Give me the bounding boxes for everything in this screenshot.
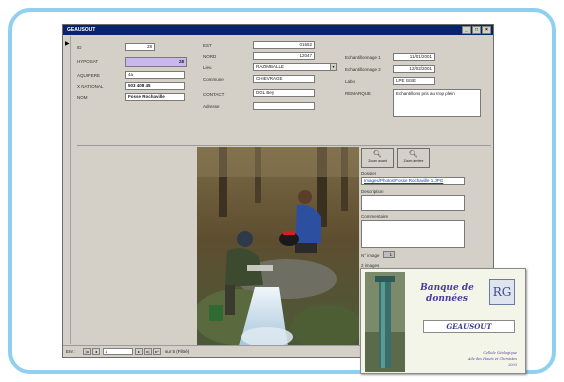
title-bar: GEAUSOUT _ □ ×: [63, 25, 493, 35]
folder-label: Dossier: [361, 171, 377, 176]
aquifere-field[interactable]: 4a: [125, 71, 185, 79]
card-title-line1: Banque de: [420, 283, 474, 293]
zoom-in-button[interactable]: 🔍︎ Zoom avant: [361, 148, 394, 168]
window-title: GEAUSOUT: [67, 27, 96, 33]
image-number-field[interactable]: 1: [383, 251, 395, 258]
image-number-label: N° image: [361, 253, 380, 258]
lieu-label: Lieu: [203, 65, 212, 70]
nom-label: NOM: [77, 95, 88, 100]
section-divider: [77, 145, 491, 146]
lieu-select[interactable]: RAZIMBALLE ▾: [253, 63, 337, 71]
description-field[interactable]: [361, 195, 465, 211]
card-name: GEAUSOUT: [423, 320, 515, 333]
card-foot-line3: 2003: [508, 363, 517, 367]
record-total: sur 5 (Filtré): [165, 349, 190, 354]
labo-field[interactable]: LPE ISSE: [393, 77, 435, 85]
first-record-button[interactable]: |◂: [83, 348, 91, 355]
current-record-icon: ▶: [65, 41, 70, 47]
id-label: ID: [77, 45, 82, 50]
zoom-out-button[interactable]: 🔍︎ Zoom arrière: [397, 148, 430, 168]
photo-viewer: Images/Photos/Fosse Rochaville 1.JPG 200…: [197, 147, 359, 353]
last-record-button[interactable]: ▸|: [144, 348, 152, 355]
card-foot-line2: Aile des Hauts et Chimistes: [467, 357, 517, 361]
previous-record-button[interactable]: ◂: [92, 348, 100, 355]
est-field[interactable]: 01652: [253, 41, 315, 49]
contact-label: CONTACT: [203, 92, 225, 97]
close-button[interactable]: ×: [482, 26, 491, 34]
minimize-button[interactable]: _: [462, 26, 471, 34]
est-label: EST: [203, 43, 212, 48]
hyposat-label: HYPOSAT: [77, 59, 99, 64]
echantillonnage-1-label: Echantillonnage 1: [345, 55, 381, 60]
zoom-out-icon: 🔍︎: [409, 151, 418, 158]
record-number-input[interactable]: 1: [103, 348, 133, 355]
aquifere-label: AQUIFERE: [77, 73, 101, 78]
well-image: [365, 272, 405, 372]
hyposat-field[interactable]: 28: [125, 57, 187, 67]
card-title: Banque de données: [407, 283, 487, 305]
rg-logo: RG: [489, 279, 515, 305]
description-label: Description: [361, 189, 384, 194]
zoom-in-label: Zoom avant: [368, 159, 387, 163]
new-record-button[interactable]: ▸*: [153, 348, 161, 355]
commune-label: Commune: [203, 77, 224, 82]
chevron-down-icon[interactable]: ▾: [330, 64, 336, 70]
nom-field[interactable]: Fosse Rochaville: [125, 93, 185, 101]
lieu-value: RAZIMBALLE: [256, 64, 285, 69]
contact-field[interactable]: DGL Bey: [253, 89, 315, 97]
zoom-out-label: Zoom arrière: [403, 159, 424, 163]
folder-field[interactable]: Images/Photos/Fosse Rochaville 1.JPG: [361, 177, 465, 185]
x-national-label: X NATIONAL: [77, 84, 104, 89]
id-field[interactable]: 28: [125, 43, 155, 51]
record-label: Enr :: [66, 349, 76, 354]
comment-label: Commentaire: [361, 214, 389, 219]
database-card: Banque de données RG GEAUSOUT Cellule Gé…: [360, 268, 526, 374]
photo-image: [197, 147, 359, 353]
record-selector[interactable]: ▶: [64, 36, 71, 344]
adresse-label: Adresse: [203, 104, 220, 109]
echantillonnage-2-label: Echantillonnage 2: [345, 67, 381, 72]
nord-label: NORD: [203, 54, 217, 59]
next-record-button[interactable]: ▸: [135, 348, 143, 355]
x-national-field[interactable]: 503 408 45: [125, 82, 185, 90]
maximize-button[interactable]: □: [472, 26, 481, 34]
window-controls: _ □ ×: [462, 26, 491, 34]
echantillonnage-1-field[interactable]: 11/01/2001: [393, 53, 435, 61]
card-title-line2: données: [426, 294, 468, 304]
remarque-label: REMARQUE: [345, 91, 372, 96]
zoom-in-icon: 🔍︎: [373, 151, 382, 158]
commune-field[interactable]: CHIEVRAGE: [253, 75, 315, 83]
adresse-field[interactable]: [253, 102, 315, 110]
card-foot-line1: Cellule Géologique: [483, 351, 517, 355]
echantillonnage-2-field[interactable]: 12/02/2001: [393, 65, 435, 73]
nord-field[interactable]: 12047: [253, 52, 315, 60]
remarque-field[interactable]: Echantillons pris au trop plein: [393, 89, 481, 117]
labo-label: Labo: [345, 79, 356, 84]
comment-field[interactable]: [361, 220, 465, 248]
